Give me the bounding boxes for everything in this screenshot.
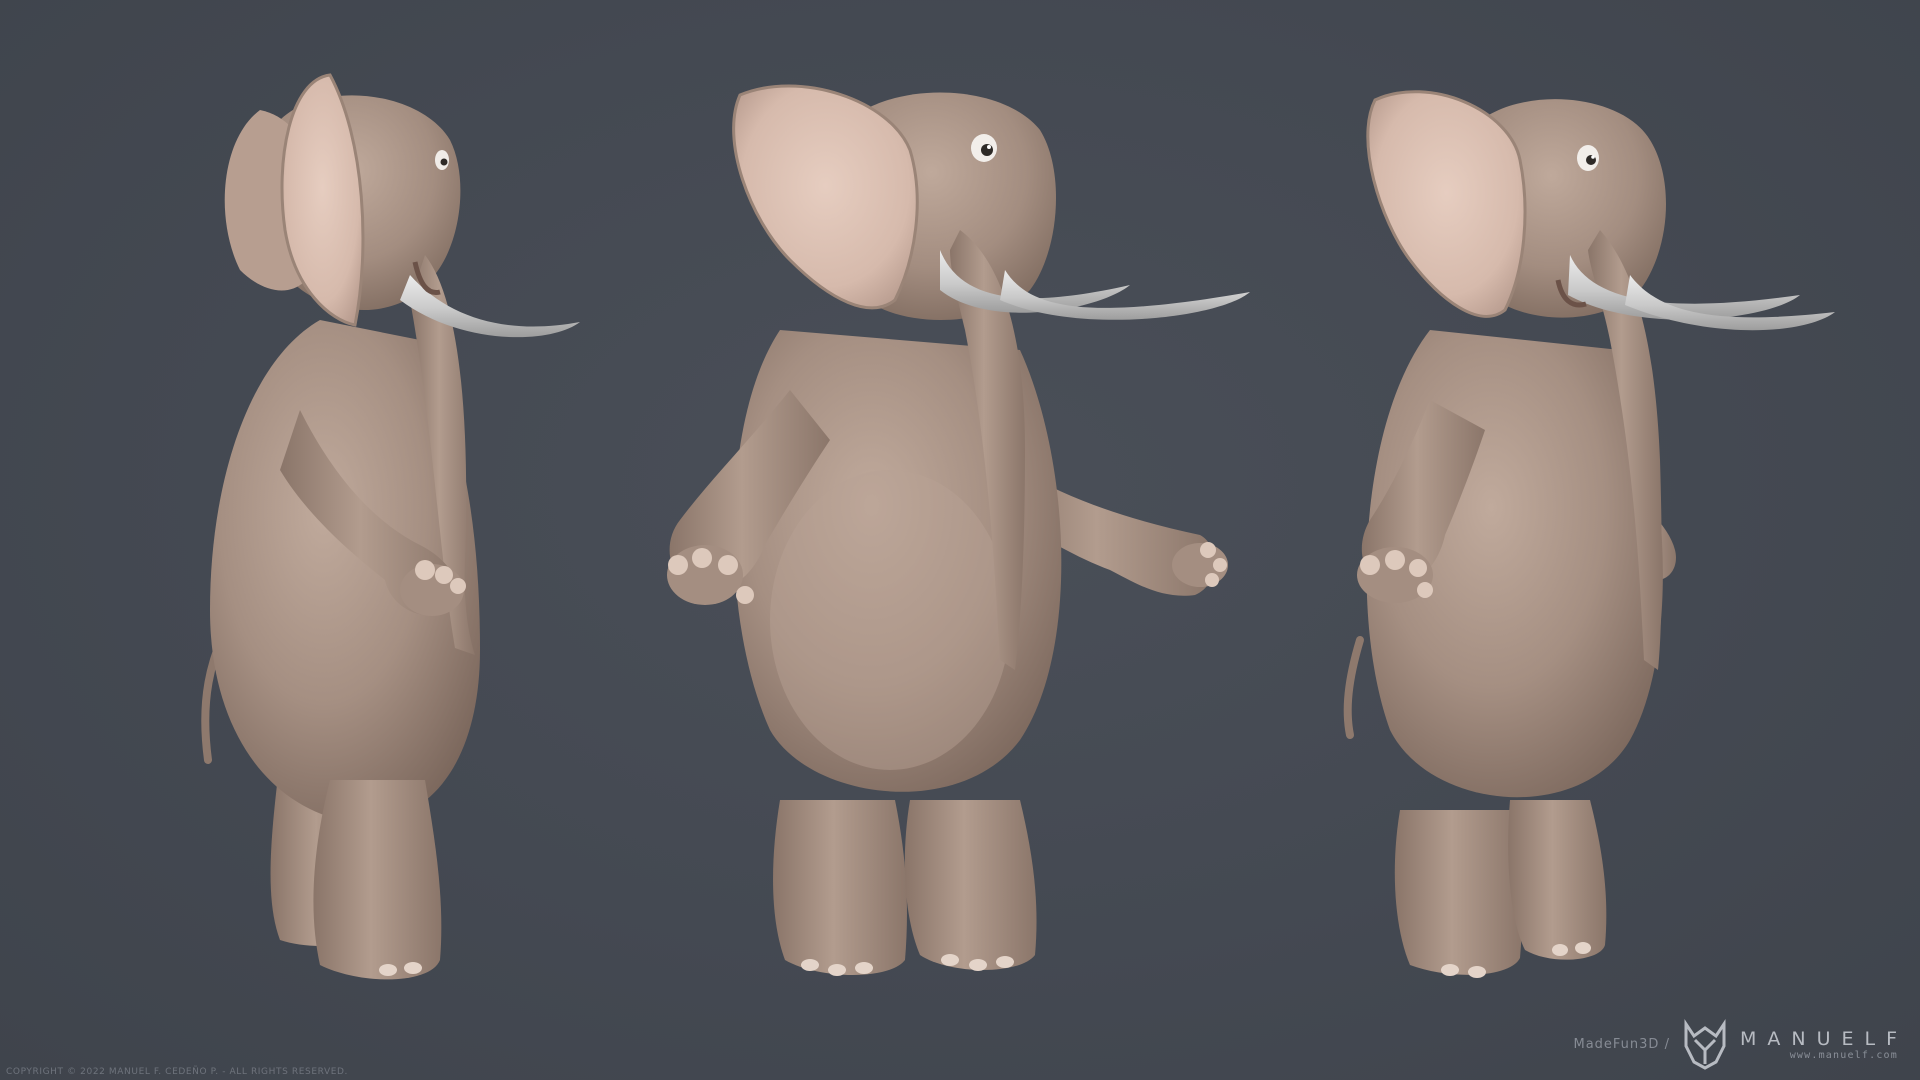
- brand-url: www.manuelf.com: [1789, 1049, 1898, 1061]
- elephant-three-quarter: [1343, 90, 1835, 978]
- elephant-side-view: [201, 73, 580, 980]
- brand-watermark: MadeFun3D / MANUELF www.manuelf.com: [1573, 1018, 1908, 1070]
- brand-prefix: MadeFun3D /: [1573, 1036, 1670, 1052]
- copyright-notice: COPYRIGHT © 2022 MANUEL F. CEDEÑO P. - A…: [6, 1067, 349, 1077]
- render-canvas: COPYRIGHT © 2022 MANUEL F. CEDEÑO P. - A…: [0, 0, 1920, 1080]
- manuelf-logo-icon: [1684, 1019, 1726, 1070]
- brand-name: MANUELF: [1739, 1027, 1908, 1050]
- brand-text: MANUELF www.manuelf.com: [1740, 1028, 1908, 1061]
- elephant-front-three-quarter: [667, 84, 1250, 976]
